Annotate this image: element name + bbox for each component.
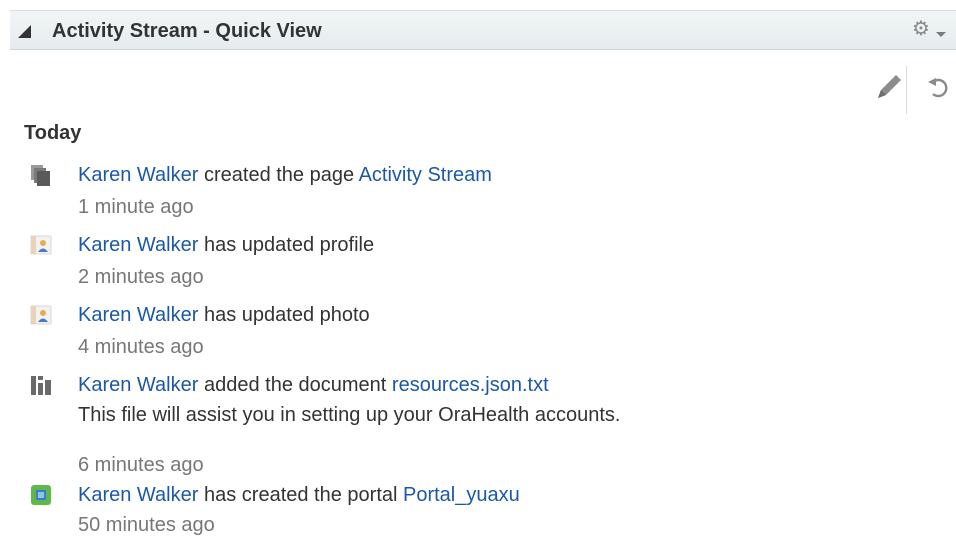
section-heading-today: Today — [24, 122, 82, 144]
refresh-button[interactable] — [924, 70, 956, 104]
activity-text: Karen Walker has updated photo — [78, 300, 370, 330]
activity-time: 1 minute ago — [78, 196, 194, 218]
actor-link[interactable]: Karen Walker — [78, 374, 198, 396]
activity-item: Karen Walker has created the portal Port… — [30, 480, 930, 544]
panel-header: Activity Stream - Quick View ⚙ — [10, 10, 956, 50]
activity-stream-panel: Activity Stream - Quick View ⚙ Today Kar… — [10, 10, 956, 539]
pages-icon — [31, 165, 50, 186]
pencil-icon — [878, 75, 901, 98]
activity-text: Karen Walker has created the portal Port… — [78, 480, 520, 510]
activity-action: created the page — [198, 164, 359, 186]
activity-action: has updated photo — [198, 304, 370, 326]
activity-time: 2 minutes ago — [78, 266, 204, 288]
activity-time: 50 minutes ago — [78, 514, 215, 536]
actor-link[interactable]: Karen Walker — [78, 234, 198, 256]
chevron-down-icon — [936, 32, 946, 37]
activity-text: Karen Walker added the document resource… — [78, 370, 549, 400]
activity-item: Karen Walker has updated photo 4 minutes… — [30, 300, 930, 364]
activity-time: 4 minutes ago — [78, 336, 204, 358]
activity-text: Karen Walker has updated profile — [78, 230, 374, 260]
panel-menu-button[interactable]: ⚙ — [912, 18, 948, 43]
profile-icon — [30, 305, 52, 325]
panel-toolbar — [836, 66, 956, 114]
activity-action: has created the portal — [198, 484, 403, 506]
document-library-icon — [31, 376, 51, 395]
portal-link[interactable]: Portal_yuaxu — [403, 484, 520, 506]
activity-action: has updated profile — [198, 234, 375, 256]
toolbar-divider — [906, 66, 907, 114]
activity-item: Karen Walker added the document resource… — [30, 370, 930, 488]
profile-icon — [30, 235, 52, 255]
activity-item: Karen Walker has updated profile 2 minut… — [30, 230, 930, 294]
activity-text: Karen Walker created the page Activity S… — [78, 160, 492, 190]
activity-action: added the document — [198, 374, 392, 396]
edit-button[interactable] — [872, 70, 906, 104]
activity-time: 6 minutes ago — [78, 454, 204, 476]
document-link[interactable]: resources.json.txt — [392, 374, 549, 396]
refresh-icon — [928, 78, 948, 98]
portal-icon — [31, 485, 51, 505]
actor-link[interactable]: Karen Walker — [78, 164, 198, 186]
actor-link[interactable]: Karen Walker — [78, 484, 198, 506]
gear-icon: ⚙ — [912, 18, 930, 40]
object-link[interactable]: Activity Stream — [359, 164, 492, 186]
activity-description: This file will assist you in setting up … — [78, 404, 621, 426]
actor-link[interactable]: Karen Walker — [78, 304, 198, 326]
activity-item: Karen Walker created the page Activity S… — [30, 160, 930, 224]
panel-title: Activity Stream - Quick View — [52, 20, 322, 42]
collapse-triangle-icon[interactable] — [18, 25, 31, 38]
